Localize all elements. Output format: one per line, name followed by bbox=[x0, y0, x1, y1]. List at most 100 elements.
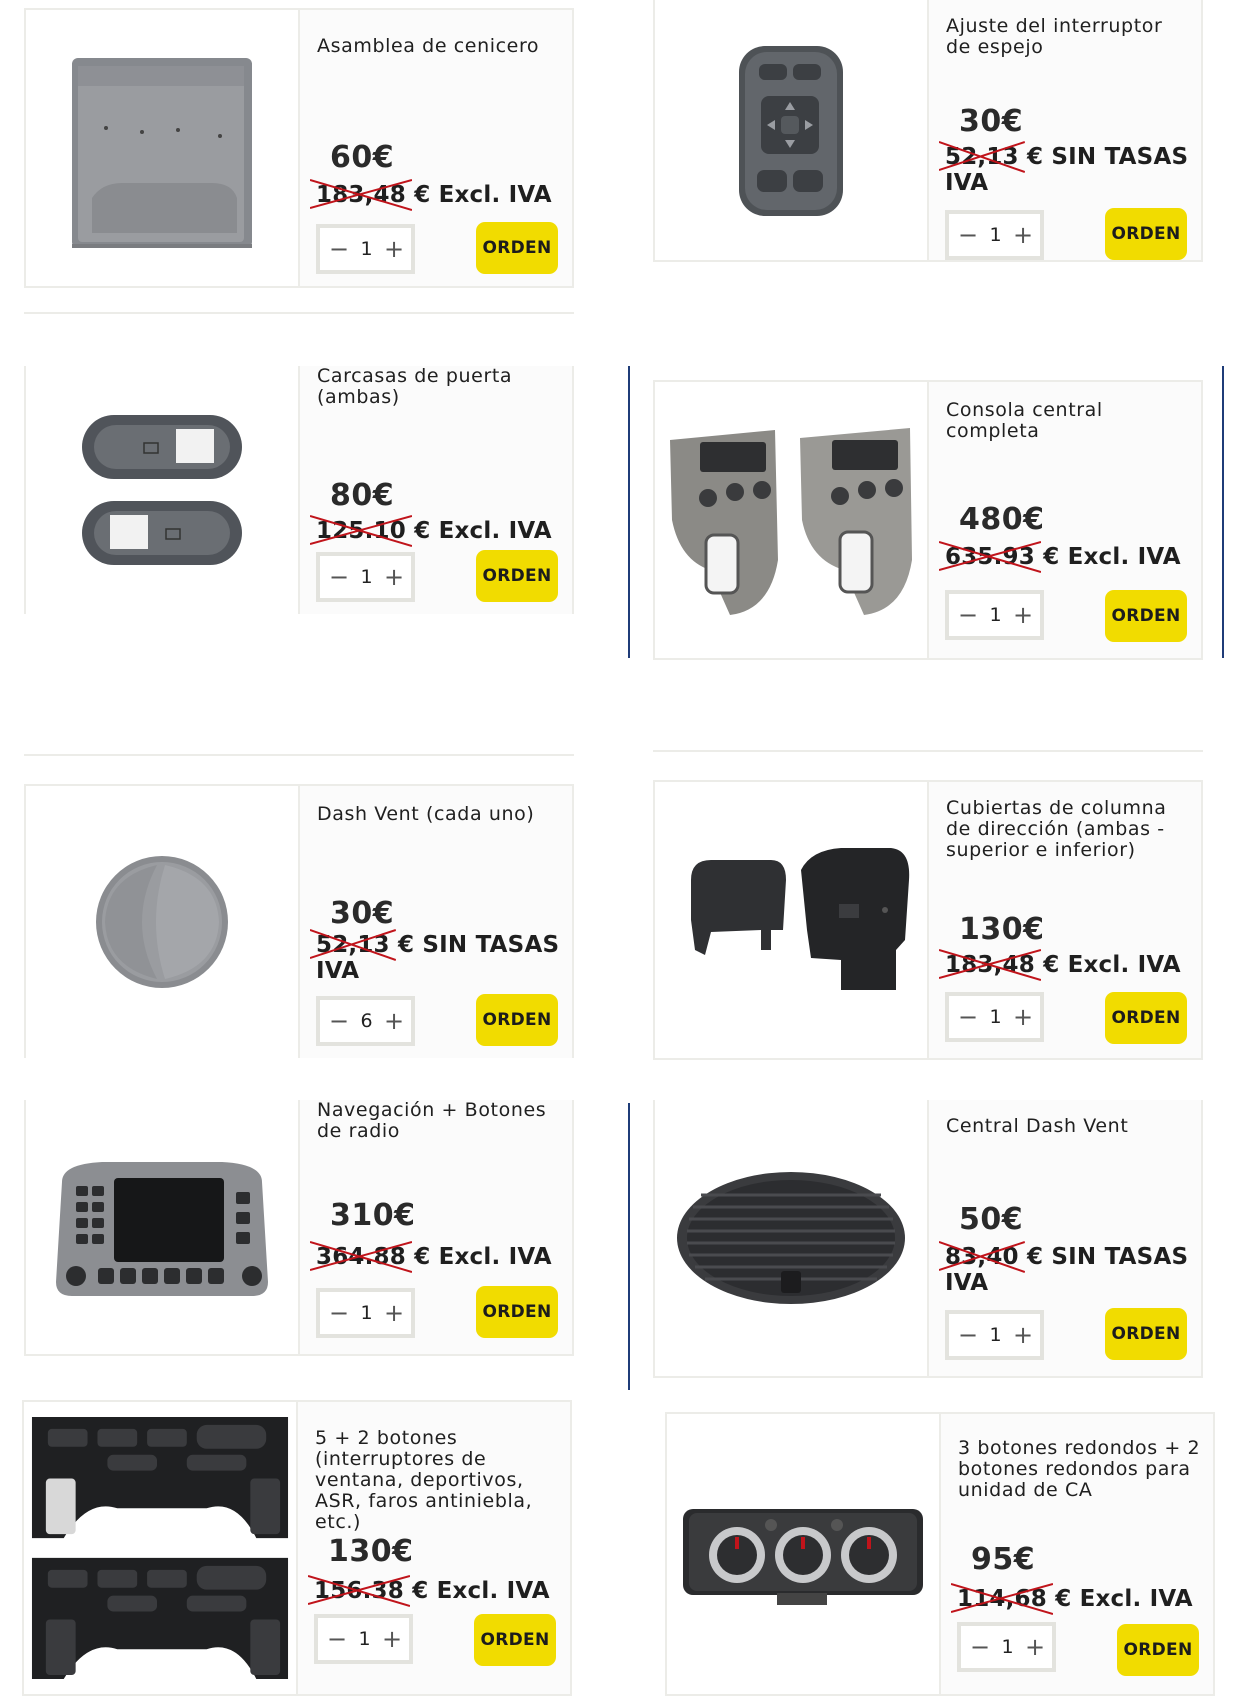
product-card: Consola central completa 480€ 635.93 € E… bbox=[653, 380, 1203, 660]
product-price: 80€ bbox=[330, 478, 395, 513]
old-price-suffix: € Excl. IVA bbox=[1043, 544, 1181, 570]
old-price-suffix: € Excl. IVA bbox=[414, 518, 552, 544]
quantity-stepper: − 1 + bbox=[945, 1310, 1044, 1360]
product-info: 5 + 2 botones (interruptores de ventana,… bbox=[298, 1402, 570, 1694]
product-title: Cubiertas de columna de dirección (ambas… bbox=[946, 797, 1167, 861]
minus-icon[interactable]: − bbox=[328, 562, 350, 592]
order-button[interactable]: ORDEN bbox=[476, 222, 558, 274]
old-price: 156.38 € Excl. IVA bbox=[308, 1575, 560, 1607]
product-image[interactable] bbox=[655, 0, 929, 260]
plus-icon[interactable]: + bbox=[381, 1624, 403, 1654]
plus-icon[interactable]: + bbox=[1012, 1320, 1034, 1350]
plus-icon[interactable]: + bbox=[383, 1298, 405, 1328]
order-button[interactable]: ORDEN bbox=[1105, 992, 1187, 1044]
product-title: Dash Vent (cada uno) bbox=[317, 803, 535, 825]
old-price-value: 364.88 bbox=[310, 1241, 412, 1273]
old-price: 635.93 € Excl. IVA bbox=[939, 541, 1191, 573]
old-price: 52,13 € SIN TASAS IVA bbox=[939, 141, 1191, 196]
ashtray-assembly-image bbox=[72, 58, 252, 248]
separator-line bbox=[24, 754, 574, 756]
plus-icon[interactable]: + bbox=[383, 234, 405, 264]
product-card: 5 + 2 botones (interruptores de ventana,… bbox=[22, 1400, 572, 1696]
ac-unit-image bbox=[683, 1509, 923, 1605]
product-image[interactable] bbox=[655, 382, 929, 658]
minus-icon[interactable]: − bbox=[969, 1632, 991, 1662]
quantity-value[interactable]: 1 bbox=[360, 1302, 372, 1324]
plus-icon[interactable]: + bbox=[1012, 600, 1034, 630]
order-button[interactable]: ORDEN bbox=[476, 550, 558, 602]
product-info: Carcasas de puerta (ambas) 80€ 125.10 € … bbox=[300, 366, 572, 614]
quantity-value[interactable]: 1 bbox=[358, 1628, 370, 1650]
order-button[interactable]: ORDEN bbox=[476, 1286, 558, 1338]
quantity-value[interactable]: 1 bbox=[989, 1006, 1001, 1028]
quantity-stepper: − 1 + bbox=[314, 1614, 413, 1664]
minus-icon[interactable]: − bbox=[957, 1002, 979, 1032]
quantity-stepper: − 6 + bbox=[316, 996, 415, 1046]
product-info: Ajuste del interruptor de espejo 30€ 52,… bbox=[929, 0, 1201, 260]
mirror-switch-image bbox=[739, 46, 843, 216]
order-button[interactable]: ORDEN bbox=[474, 1614, 556, 1666]
product-title: Navegación + Botones de radio bbox=[317, 1100, 547, 1142]
minus-icon[interactable]: − bbox=[957, 600, 979, 630]
order-button[interactable]: ORDEN bbox=[1105, 590, 1187, 642]
quantity-value[interactable]: 1 bbox=[1001, 1636, 1013, 1658]
product-image[interactable] bbox=[655, 1100, 929, 1376]
separator-line bbox=[653, 750, 1203, 752]
order-button[interactable]: ORDEN bbox=[476, 994, 558, 1046]
quantity-value[interactable]: 6 bbox=[360, 1010, 372, 1032]
order-button[interactable]: ORDEN bbox=[1117, 1624, 1199, 1676]
old-price: 125.10 € Excl. IVA bbox=[310, 515, 562, 547]
product-card: Navegación + Botones de radio 310€ 364.8… bbox=[24, 1100, 574, 1356]
plus-icon[interactable]: + bbox=[1012, 1002, 1034, 1032]
quantity-value[interactable]: 1 bbox=[360, 566, 372, 588]
product-info: Central Dash Vent 50€ 83,40 € SIN TASAS … bbox=[929, 1100, 1201, 1376]
old-price: 114,68 € Excl. IVA bbox=[951, 1583, 1203, 1615]
order-button[interactable]: ORDEN bbox=[1105, 208, 1187, 260]
product-info: Navegación + Botones de radio 310€ 364.8… bbox=[300, 1100, 572, 1354]
quantity-value[interactable]: 1 bbox=[360, 238, 372, 260]
plus-icon[interactable]: + bbox=[1024, 1632, 1046, 1662]
product-info: Consola central completa 480€ 635.93 € E… bbox=[929, 382, 1201, 658]
quantity-value[interactable]: 1 bbox=[989, 224, 1001, 246]
central-dash-vent-image bbox=[677, 1172, 905, 1304]
quantity-value[interactable]: 1 bbox=[989, 604, 1001, 626]
product-image[interactable] bbox=[655, 782, 929, 1058]
minus-icon[interactable]: − bbox=[328, 1006, 350, 1036]
minus-icon[interactable]: − bbox=[328, 234, 350, 264]
plus-icon[interactable]: + bbox=[383, 562, 405, 592]
old-price-suffix: € Excl. IVA bbox=[1055, 1586, 1193, 1612]
quantity-stepper: − 1 + bbox=[945, 992, 1044, 1042]
plus-icon[interactable]: + bbox=[1012, 220, 1034, 250]
old-price: 183,48 € Excl. IVA bbox=[939, 949, 1191, 981]
product-image[interactable] bbox=[26, 786, 300, 1058]
quantity-stepper: − 1 + bbox=[316, 552, 415, 602]
product-image[interactable] bbox=[26, 10, 300, 286]
center-console-image bbox=[670, 428, 912, 615]
minus-icon[interactable]: − bbox=[326, 1624, 348, 1654]
plus-icon[interactable]: + bbox=[383, 1006, 405, 1036]
quantity-stepper: − 1 + bbox=[945, 210, 1044, 260]
product-image[interactable] bbox=[26, 366, 300, 614]
old-price-value: 156.38 bbox=[308, 1575, 410, 1607]
minus-icon[interactable]: − bbox=[957, 1320, 979, 1350]
separator-line bbox=[24, 312, 574, 314]
product-price: 130€ bbox=[959, 912, 1045, 947]
blue-edge-line bbox=[1222, 366, 1224, 658]
blue-edge-line bbox=[628, 366, 630, 658]
product-image[interactable] bbox=[667, 1414, 941, 1694]
old-price-suffix: € Excl. IVA bbox=[414, 1244, 552, 1270]
product-card: Ajuste del interruptor de espejo 30€ 52,… bbox=[653, 0, 1203, 262]
product-card: Asamblea de cenicero 60€ 183,48 € Excl. … bbox=[24, 8, 574, 288]
quantity-value[interactable]: 1 bbox=[989, 1324, 1001, 1346]
product-image[interactable] bbox=[26, 1100, 300, 1354]
old-price-value: 52,13 bbox=[939, 141, 1025, 173]
product-image[interactable] bbox=[24, 1402, 298, 1694]
product-card: Carcasas de puerta (ambas) 80€ 125.10 € … bbox=[24, 366, 574, 614]
product-price: 310€ bbox=[330, 1198, 416, 1233]
old-price: 364.88 € Excl. IVA bbox=[310, 1241, 562, 1273]
product-card: Cubiertas de columna de dirección (ambas… bbox=[653, 780, 1203, 1060]
dash-vent-image bbox=[96, 856, 228, 988]
minus-icon[interactable]: − bbox=[328, 1298, 350, 1328]
minus-icon[interactable]: − bbox=[957, 220, 979, 250]
order-button[interactable]: ORDEN bbox=[1105, 1308, 1187, 1360]
